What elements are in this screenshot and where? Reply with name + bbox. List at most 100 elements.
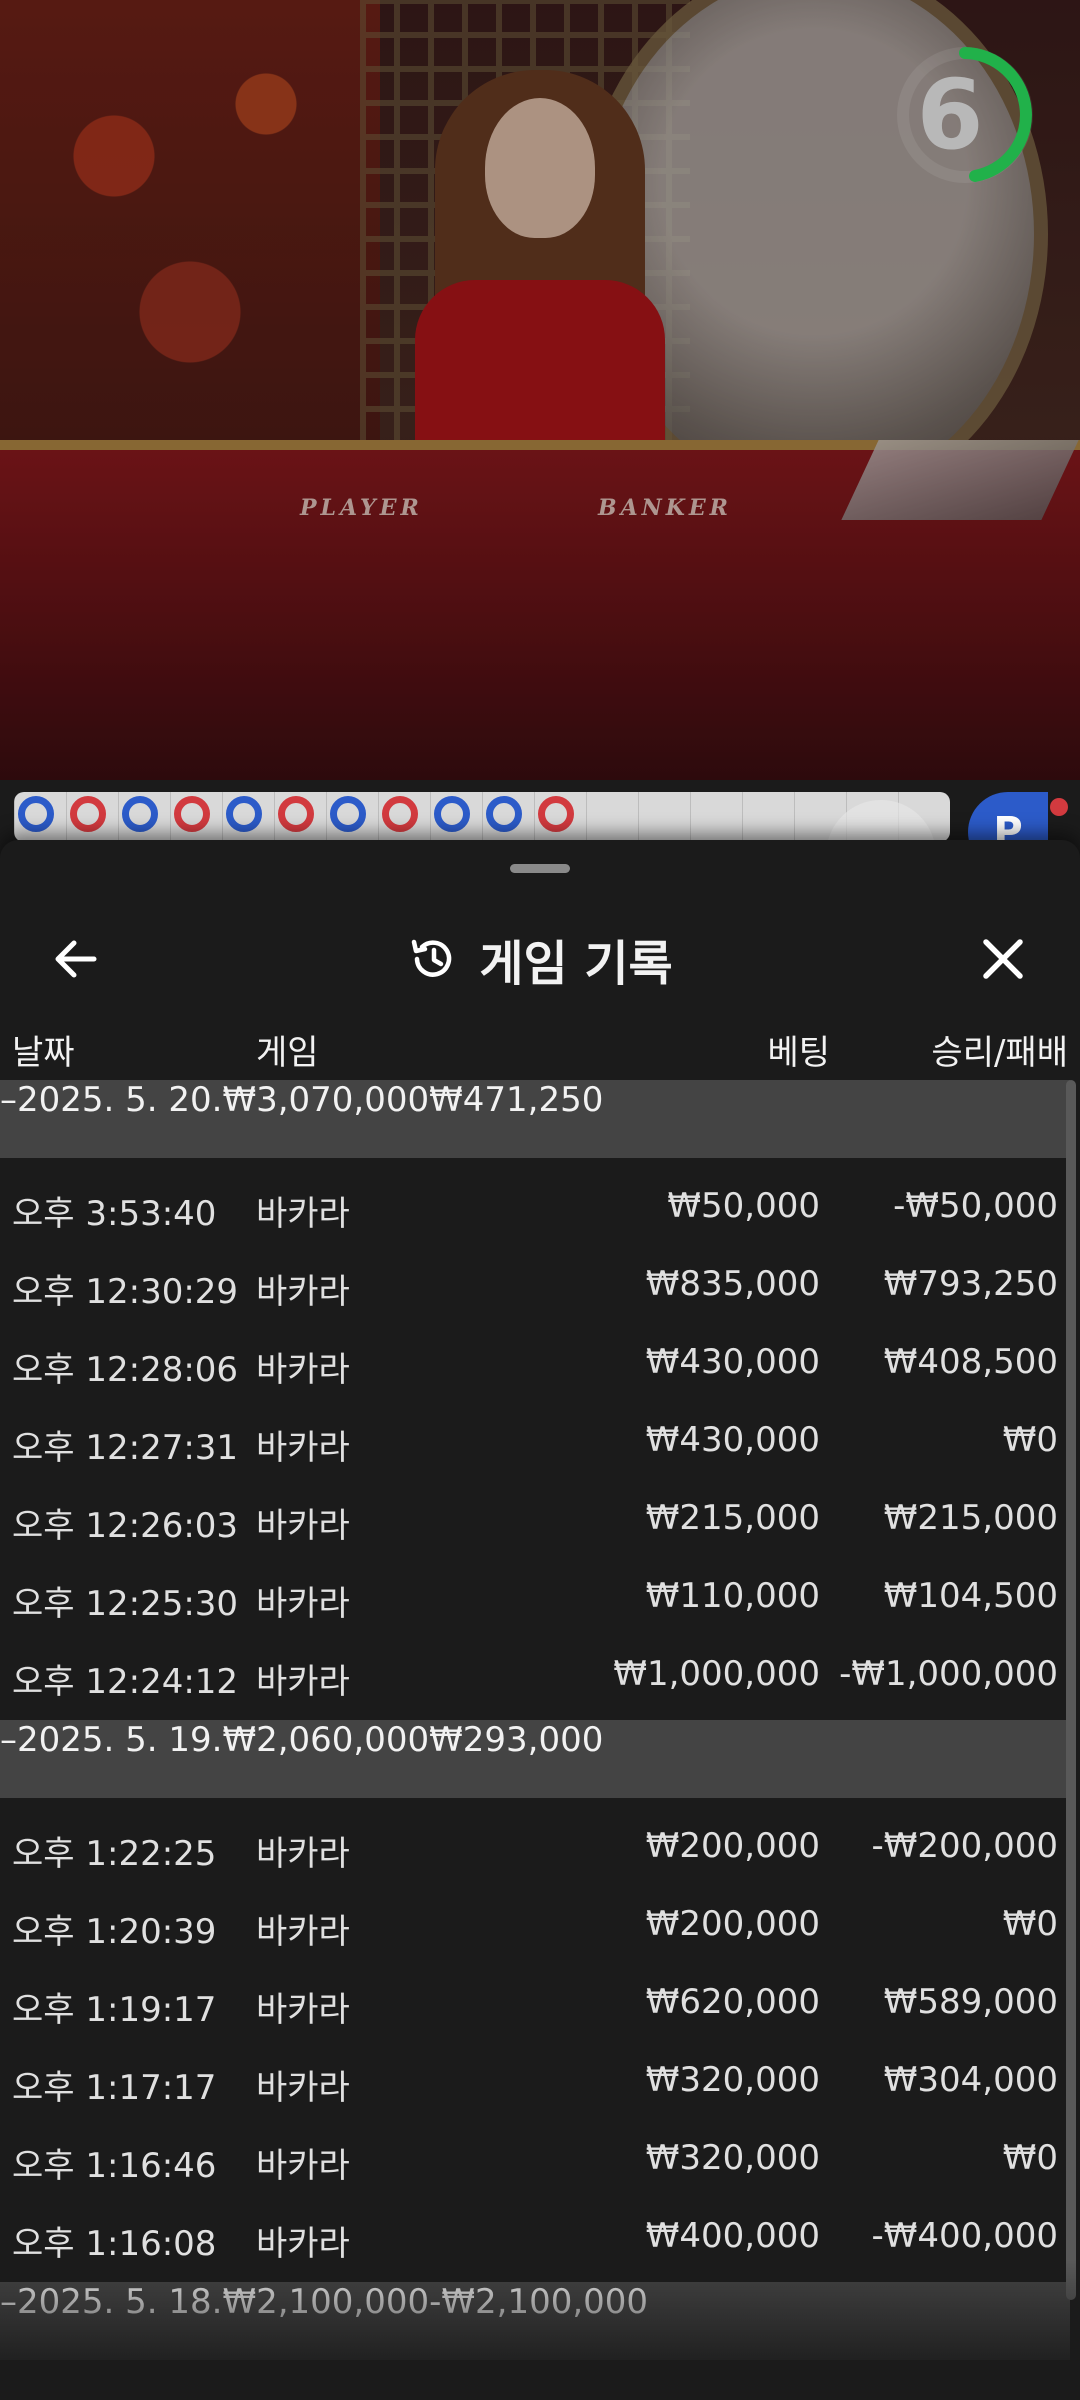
row-time: 오후 12:26:03 bbox=[12, 1506, 239, 1546]
row-game: 바카라 bbox=[256, 1428, 350, 1468]
group-win-total: ₩293,000 bbox=[429, 1720, 604, 1760]
row-time: 오후 1:17:17 bbox=[12, 2068, 217, 2108]
row-bet: ₩50,000 bbox=[667, 1186, 820, 1226]
row-time: 오후 1:20:39 bbox=[12, 1912, 217, 1952]
scrollbar[interactable] bbox=[1066, 1080, 1076, 2300]
row-game: 바카라 bbox=[256, 1912, 350, 1952]
history-row[interactable]: 오후 1:20:39 바카라 ₩200,000 ₩0 bbox=[0, 1884, 1070, 1962]
group-bet-total: ₩2,060,000 bbox=[222, 1720, 430, 1760]
player-bead bbox=[122, 796, 158, 832]
row-time: 오후 1:16:08 bbox=[12, 2224, 217, 2264]
row-win-loss: ₩0 bbox=[1002, 1904, 1058, 1944]
row-time: 오후 1:22:25 bbox=[12, 1834, 217, 1874]
player-bead bbox=[226, 796, 262, 832]
row-time: 오후 1:16:46 bbox=[12, 2146, 217, 2186]
row-win-loss: ₩215,000 bbox=[883, 1498, 1058, 1538]
col-bet: 베팅 bbox=[767, 1033, 830, 1073]
player-bead bbox=[330, 796, 366, 832]
row-game: 바카라 bbox=[256, 1506, 350, 1546]
row-game: 바카라 bbox=[256, 2146, 350, 2186]
row-bet: ₩200,000 bbox=[645, 1904, 820, 1944]
row-bet: ₩320,000 bbox=[645, 2060, 820, 2100]
col-date: 날짜 bbox=[12, 1033, 75, 1073]
row-bet: ₩320,000 bbox=[645, 2138, 820, 2178]
row-time: 오후 12:24:12 bbox=[12, 1662, 239, 1702]
row-game: 바카라 bbox=[256, 2224, 350, 2264]
row-win-loss: -₩400,000 bbox=[871, 2216, 1059, 2256]
row-bet: ₩215,000 bbox=[645, 1498, 820, 1538]
history-row[interactable]: 오후 12:24:12 바카라 ₩1,000,000 -₩1,000,000 bbox=[0, 1634, 1070, 1712]
row-win-loss: -₩1,000,000 bbox=[839, 1654, 1058, 1694]
row-bet: ₩835,000 bbox=[645, 1264, 820, 1304]
row-time: 오후 12:25:30 bbox=[12, 1584, 239, 1624]
sheet-drag-handle[interactable] bbox=[510, 864, 570, 873]
close-button[interactable] bbox=[970, 926, 1036, 992]
group-date: –2025. 5. 18. bbox=[0, 2282, 223, 2322]
date-group-header[interactable]: –2025. 5. 18.₩2,100,000-₩2,100,000 bbox=[0, 2282, 1070, 2360]
banker-bead bbox=[382, 796, 418, 832]
group-win-total: ₩471,250 bbox=[429, 1080, 604, 1120]
banker-bead bbox=[174, 796, 210, 832]
player-bead bbox=[486, 796, 522, 832]
column-header: 날짜 게임 베팅 승리/패배 bbox=[0, 1015, 1080, 1075]
row-win-loss: ₩0 bbox=[1002, 1420, 1058, 1460]
row-win-loss: ₩0 bbox=[1002, 2138, 1058, 2178]
banker-bead bbox=[278, 796, 314, 832]
row-bet: ₩430,000 bbox=[645, 1420, 820, 1460]
countdown-value: 6 bbox=[916, 59, 984, 171]
prediction-dot bbox=[1050, 798, 1068, 816]
banker-bead bbox=[538, 796, 574, 832]
row-game: 바카라 bbox=[256, 2068, 350, 2108]
row-bet: ₩200,000 bbox=[645, 1826, 820, 1866]
history-row[interactable]: 오후 12:28:06 바카라 ₩430,000 ₩408,500 bbox=[0, 1322, 1070, 1400]
row-bet: ₩110,000 bbox=[645, 1576, 820, 1616]
group-win-total: -₩2,100,000 bbox=[429, 2282, 649, 2322]
col-game: 게임 bbox=[256, 1033, 319, 1073]
row-bet: ₩1,000,000 bbox=[613, 1654, 820, 1694]
row-game: 바카라 bbox=[256, 1350, 350, 1390]
date-group-header[interactable]: –2025. 5. 19.₩2,060,000₩293,000 bbox=[0, 1720, 1070, 1798]
row-game: 바카라 bbox=[256, 1194, 350, 1234]
col-win-loss: 승리/패배 bbox=[931, 1033, 1068, 1073]
sheet-title: 게임 기록 bbox=[479, 936, 673, 992]
history-row[interactable]: 오후 1:16:46 바카라 ₩320,000 ₩0 bbox=[0, 2118, 1070, 2196]
history-row[interactable]: 오후 12:27:31 바카라 ₩430,000 ₩0 bbox=[0, 1400, 1070, 1478]
row-bet: ₩400,000 bbox=[645, 2216, 820, 2256]
group-bet-total: ₩3,070,000 bbox=[222, 1080, 430, 1120]
row-time: 오후 1:19:17 bbox=[12, 1990, 217, 2030]
group-bet-total: ₩2,100,000 bbox=[222, 2282, 430, 2322]
row-bet: ₩430,000 bbox=[645, 1342, 820, 1382]
player-bead bbox=[434, 796, 470, 832]
close-icon bbox=[983, 939, 1023, 979]
history-row[interactable]: 오후 1:19:17 바카라 ₩620,000 ₩589,000 bbox=[0, 1962, 1070, 2040]
row-time: 오후 12:27:31 bbox=[12, 1428, 239, 1468]
history-icon bbox=[412, 939, 452, 977]
history-row[interactable]: 오후 12:30:29 바카라 ₩835,000 ₩793,250 bbox=[0, 1244, 1070, 1322]
row-win-loss: ₩793,250 bbox=[883, 1264, 1058, 1304]
row-game: 바카라 bbox=[256, 1584, 350, 1624]
history-row[interactable]: 오후 1:22:25 바카라 ₩200,000 -₩200,000 bbox=[0, 1806, 1070, 1884]
sheet-header: 게임 기록 bbox=[0, 886, 1080, 1006]
history-row[interactable]: 오후 1:17:17 바카라 ₩320,000 ₩304,000 bbox=[0, 2040, 1070, 2118]
row-win-loss: ₩104,500 bbox=[883, 1576, 1058, 1616]
row-game: 바카라 bbox=[256, 1834, 350, 1874]
bead-road[interactable] bbox=[14, 792, 950, 842]
row-time: 오후 12:30:29 bbox=[12, 1272, 239, 1312]
group-date: –2025. 5. 20. bbox=[0, 1080, 223, 1120]
row-time: 오후 12:28:06 bbox=[12, 1350, 239, 1390]
history-row[interactable]: 오후 12:25:30 바카라 ₩110,000 ₩104,500 bbox=[0, 1556, 1070, 1634]
history-row[interactable]: 오후 12:26:03 바카라 ₩215,000 ₩215,000 bbox=[0, 1478, 1070, 1556]
row-win-loss: ₩589,000 bbox=[883, 1982, 1058, 2022]
player-bead bbox=[18, 796, 54, 832]
history-row[interactable]: 오후 1:16:08 바카라 ₩400,000 -₩400,000 bbox=[0, 2196, 1070, 2274]
date-group-header[interactable]: –2025. 5. 20.₩3,070,000₩471,250 bbox=[0, 1080, 1070, 1158]
history-list[interactable]: –2025. 5. 20.₩3,070,000₩471,250 오후 3:53:4… bbox=[0, 1080, 1070, 2360]
game-history-sheet: 게임 기록 날짜 게임 베팅 승리/패배 –2025. 5. 20.₩3,070… bbox=[0, 840, 1080, 2400]
row-win-loss: ₩408,500 bbox=[883, 1342, 1058, 1382]
row-win-loss: -₩200,000 bbox=[871, 1826, 1059, 1866]
row-win-loss: ₩304,000 bbox=[883, 2060, 1058, 2100]
row-bet: ₩620,000 bbox=[645, 1982, 820, 2022]
row-game: 바카라 bbox=[256, 1272, 350, 1312]
row-time: 오후 3:53:40 bbox=[12, 1194, 217, 1234]
history-row[interactable]: 오후 3:53:40 바카라 ₩50,000 -₩50,000 bbox=[0, 1166, 1070, 1244]
